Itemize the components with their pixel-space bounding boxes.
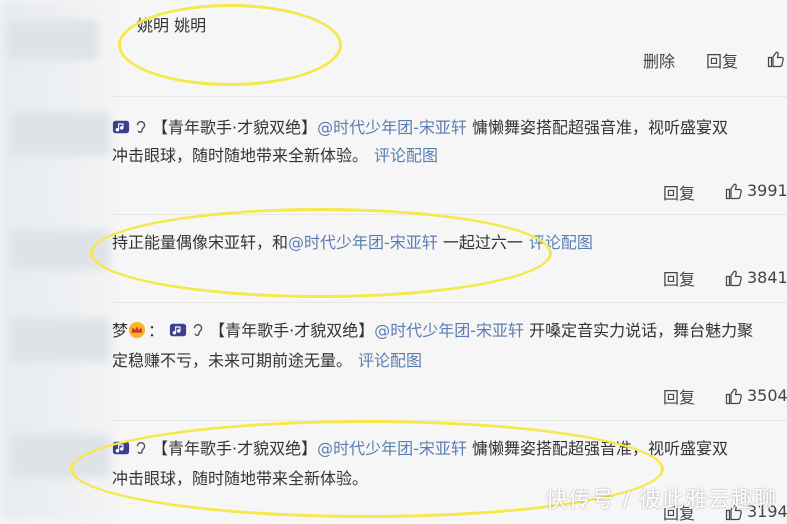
delete-button[interactable]: 删除 bbox=[643, 48, 675, 72]
thumb-up-icon bbox=[725, 270, 742, 286]
comment-text-line: 慵懒舞姿搭配超强音准，视听盛宴双 bbox=[466, 118, 728, 137]
divider bbox=[110, 214, 787, 215]
thumb-up-icon bbox=[767, 51, 784, 68]
like-count: 3504 bbox=[747, 386, 787, 405]
divider bbox=[110, 96, 787, 97]
comment-image-link[interactable]: 评论配图 bbox=[529, 233, 593, 252]
like-button[interactable]: 3991 bbox=[725, 181, 787, 200]
blurred-avatar bbox=[10, 318, 110, 362]
ear-badge-icon bbox=[193, 323, 203, 337]
comment-text-line: 开嗓定音实力说话，舞台魅力聚 bbox=[524, 321, 754, 340]
ear-badge-icon bbox=[136, 441, 146, 455]
music-badge-icon bbox=[170, 323, 187, 337]
mention-link[interactable]: @时代少年团-宋亚轩 bbox=[288, 233, 438, 252]
watermark: 快传号 / 彼此雅云趣聊 bbox=[545, 488, 777, 513]
separator: ： bbox=[148, 321, 165, 340]
reply-button[interactable]: 回复 bbox=[663, 180, 695, 204]
mention-link[interactable]: @时代少年团-宋亚轩 bbox=[317, 439, 467, 458]
crown-icon bbox=[128, 321, 146, 339]
username-fragment: 梦 bbox=[112, 321, 129, 340]
comment-text-line: 定稳赚不亏，未来可期前途无量。 bbox=[112, 351, 353, 370]
like-button[interactable] bbox=[767, 50, 785, 68]
comment-prefix: 【青年歌手·才貌双绝】 bbox=[152, 439, 318, 458]
comment-text-line: 持正能量偶像宋亚轩，和 bbox=[112, 233, 289, 252]
comment-text: 姚明 姚明 bbox=[137, 16, 207, 35]
thumb-up-icon bbox=[725, 183, 742, 199]
comment-text-line: 一起过六一 bbox=[437, 233, 523, 252]
mention-link[interactable]: @时代少年团-宋亚轩 bbox=[317, 118, 467, 137]
comment-text: 定稳赚不亏，未来可期前途无量。 评论配图 bbox=[112, 347, 422, 375]
comment-text-line: 慵懒舞姿搭配超强音准，视听盛宴双 bbox=[466, 439, 728, 458]
mention-link[interactable]: @时代少年团-宋亚轩 bbox=[374, 321, 524, 340]
like-count: 3991 bbox=[747, 181, 787, 200]
music-badge-icon bbox=[112, 441, 130, 455]
reply-button[interactable]: 回复 bbox=[706, 48, 738, 72]
comment-text-line: 冲击眼球，随时随地带来全新体验。 bbox=[112, 469, 369, 488]
like-count: 3841 bbox=[747, 268, 787, 287]
comment-text: 持正能量偶像宋亚轩，和@时代少年团-宋亚轩 一起过六一 评论配图 bbox=[112, 229, 593, 257]
blurred-avatar bbox=[10, 112, 110, 156]
ear-badge-icon bbox=[136, 120, 146, 134]
comment-text-line: 冲击眼球，随时随地带来全新体验。 bbox=[112, 146, 369, 165]
like-button[interactable]: 3504 bbox=[725, 386, 787, 405]
divider bbox=[110, 420, 787, 421]
thumb-up-icon bbox=[725, 388, 742, 404]
comment-text: 【青年歌手·才貌双绝】@时代少年团-宋亚轩 慵懒舞姿搭配超强音准，视听盛宴双 bbox=[112, 435, 728, 463]
comment-prefix: 【青年歌手·才貌双绝】 bbox=[209, 321, 375, 340]
comment-text: 冲击眼球，随时随地带来全新体验。 评论配图 bbox=[112, 142, 438, 170]
comment-text: 冲击眼球，随时随地带来全新体验。 bbox=[112, 465, 368, 493]
like-button[interactable]: 3841 bbox=[725, 268, 787, 287]
blurred-avatar bbox=[10, 230, 110, 270]
reply-button[interactable]: 回复 bbox=[663, 266, 695, 290]
comment-image-link[interactable]: 评论配图 bbox=[374, 146, 438, 165]
music-badge-icon bbox=[112, 120, 130, 134]
comment-text: 【青年歌手·才貌双绝】@时代少年团-宋亚轩 慵懒舞姿搭配超强音准，视听盛宴双 bbox=[112, 114, 728, 142]
comment-text: 梦 ： 【青年歌手·才貌双绝】@时代少年团-宋亚轩 开嗓定音实力说话，舞台魅力聚 bbox=[112, 317, 753, 345]
divider bbox=[110, 302, 787, 303]
comment-image-link[interactable]: 评论配图 bbox=[358, 351, 422, 370]
blurred-avatar bbox=[10, 434, 110, 478]
reply-button[interactable]: 回复 bbox=[663, 384, 695, 408]
blurred-avatar bbox=[8, 20, 98, 60]
comment-prefix: 【青年歌手·才貌双绝】 bbox=[152, 118, 318, 137]
